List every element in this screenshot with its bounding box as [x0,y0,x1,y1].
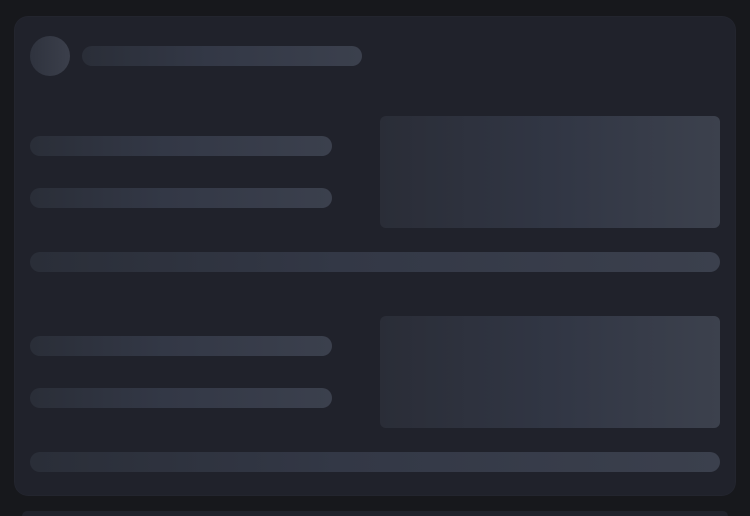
title-placeholder [82,46,362,66]
section-2-image-placeholder [380,316,720,428]
section-1-full-line-placeholder [30,252,720,272]
section-2-line-2-placeholder [30,388,332,408]
section-1-line-2-placeholder [30,188,332,208]
section-1-line-1-placeholder [30,136,332,156]
section-2-line-1-placeholder [30,336,332,356]
title-placeholder-text [82,46,83,47]
avatar-placeholder-icon [30,36,70,76]
section-1-image-placeholder [380,116,720,228]
section-2-full-line-placeholder [30,452,720,472]
next-card-edge [22,511,728,516]
page [0,0,750,516]
loading-card [14,16,736,496]
